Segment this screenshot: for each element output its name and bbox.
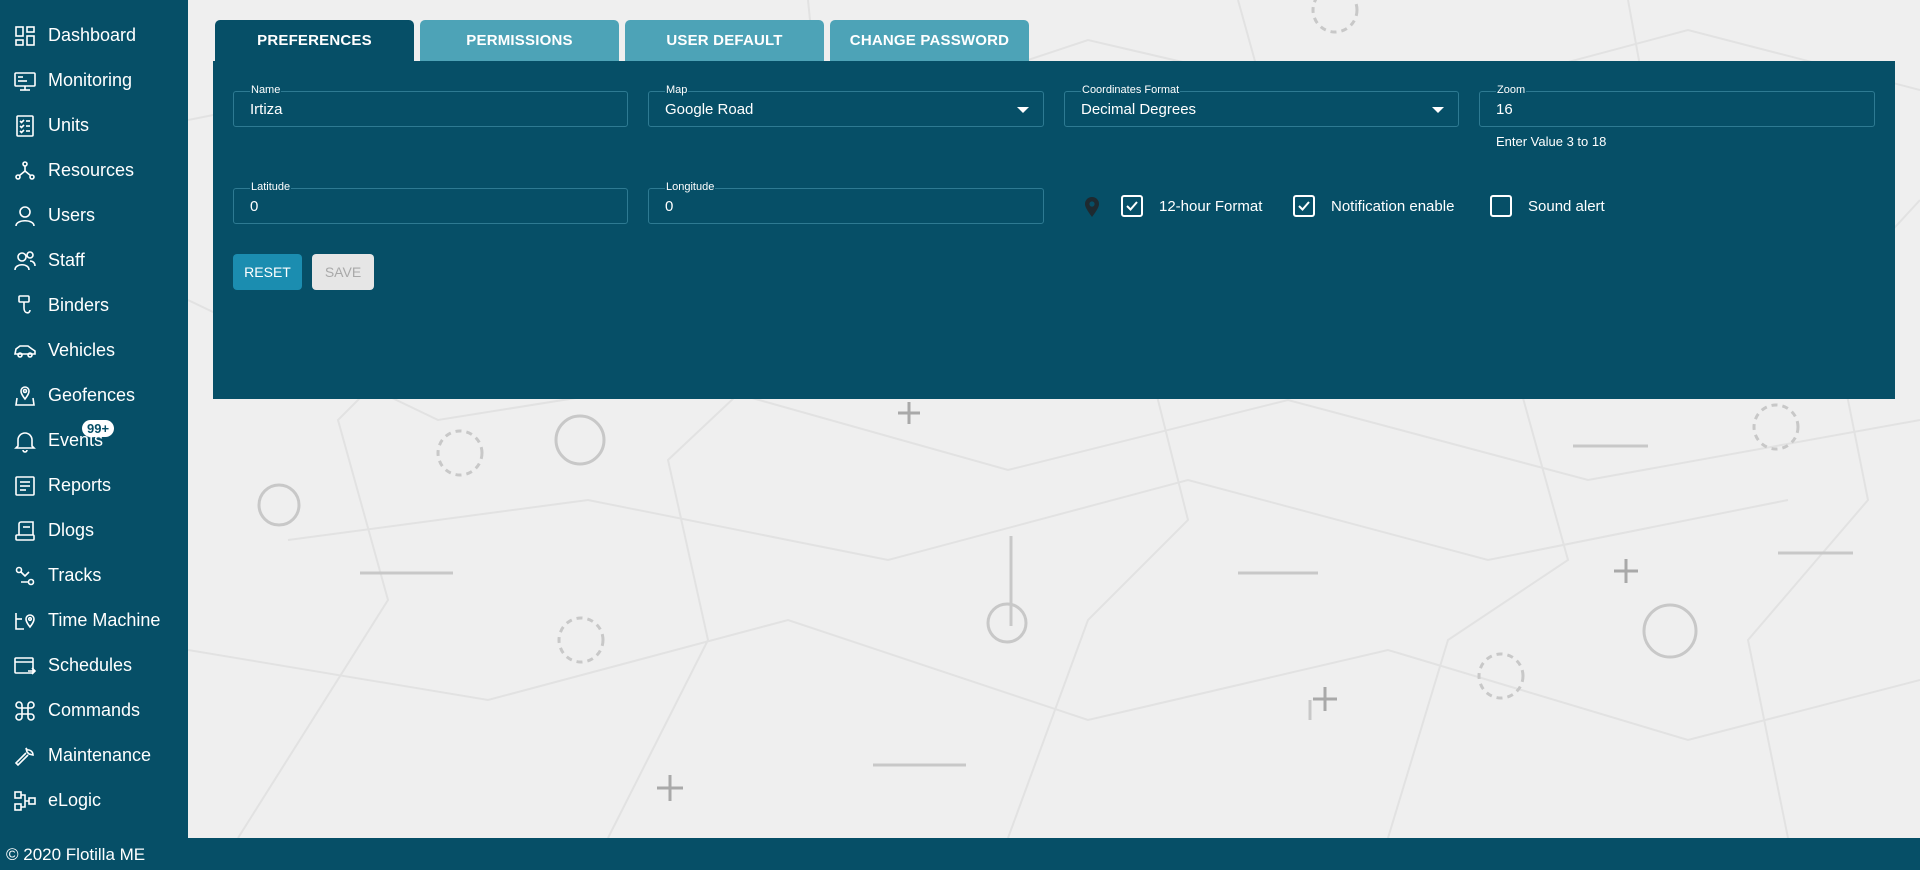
sidebar-item-label: Time Machine [48,610,161,630]
hour12-checkbox[interactable]: 12-hour Format [1121,195,1262,217]
sidebar-item-reports[interactable]: Reports [0,463,188,508]
coordinates-format-label: Coordinates Format [1081,84,1181,97]
sidebar-item-users[interactable]: Users [0,193,188,238]
name-value: Irtiza [250,101,283,118]
map-select[interactable]: Map Google Road [648,84,1044,127]
command-icon [12,698,38,724]
sound-alert-label: Sound alert [1528,197,1605,215]
logic-icon [12,788,38,814]
dashboard-icon [12,23,38,49]
sidebar-item-label: eLogic [48,790,102,810]
name-field[interactable]: Name Irtiza [233,84,628,127]
tab-permissions[interactable]: PERMISSIONS [420,20,619,61]
schedule-icon [12,653,38,679]
hour12-label: 12-hour Format [1159,197,1263,215]
sidebar-item-resources[interactable]: Resources [0,148,188,193]
sidebar-item-label: Schedules [48,655,133,675]
binder-icon [12,293,38,319]
latitude-field[interactable]: Latitude 0 [233,181,628,224]
sidebar-item-label: Dlogs [48,520,95,540]
sidebar-item-label: Resources [48,160,135,180]
sidebar-item-label: Maintenance [48,745,152,765]
preferences-panel: Name Irtiza Map Google Road Coordinates … [213,61,1895,399]
sidebar-item-label: Reports [48,475,112,495]
sidebar-item-time-machine[interactable]: Time Machine [0,598,188,643]
checkbox-checked-icon [1293,195,1315,217]
sidebar-item-label: Dashboard [48,25,137,45]
sidebar-item-commands[interactable]: Commands [0,688,188,733]
sidebar-item-label: Geofences [48,385,136,405]
copyright-text: © 2020 Flotilla ME [6,845,146,864]
sidebar-item-maintenance[interactable]: Maintenance [0,733,188,778]
car-icon [12,338,38,364]
map-value: Google Road [665,101,754,118]
chevron-down-icon [1017,107,1029,113]
coordinates-format-select[interactable]: Coordinates Format Decimal Degrees [1064,84,1459,127]
sidebar-item-tracks[interactable]: Tracks [0,553,188,598]
sidebar-item-label: Binders [48,295,110,315]
report-icon [12,473,38,499]
sidebar-item-label: Users [48,205,96,225]
sidebar-item-label: Staff [48,250,85,270]
monitor-icon [12,68,38,94]
save-button[interactable]: SAVE [312,254,374,290]
checkbox-checked-icon [1121,195,1143,217]
settings-tabs: PREFERENCES PERMISSIONS USER DEFAULT CHA… [215,20,1029,61]
sidebar-item-label: Monitoring [48,70,133,90]
zoom-field[interactable]: Zoom 16 [1479,84,1875,127]
user-icon [12,203,38,229]
zoom-value: 16 [1496,101,1513,118]
sound-alert-checkbox[interactable]: Sound alert [1490,195,1605,217]
sidebar-item-label: Units [48,115,90,135]
reset-button[interactable]: RESET [233,254,302,290]
footer: © 2020 Flotilla ME [0,838,1920,870]
time-machine-icon [12,608,38,634]
staff-icon [12,248,38,274]
hub-icon [12,158,38,184]
sidebar: Dashboard Monitoring Units Resources Use… [0,0,188,838]
sidebar-item-label: Tracks [48,565,102,585]
events-count-badge: 99+ [82,420,115,437]
sidebar-item-monitoring[interactable]: Monitoring [0,58,188,103]
geofence-icon [12,383,38,409]
checkbox-unchecked-icon [1490,195,1512,217]
notification-checkbox[interactable]: Notification enable [1293,195,1454,217]
longitude-label: Longitude [665,181,716,194]
tab-user-default[interactable]: USER DEFAULT [625,20,824,61]
latitude-value: 0 [250,198,259,215]
checklist-icon [12,113,38,139]
sidebar-item-vehicles[interactable]: Vehicles [0,328,188,373]
location-pin-icon[interactable] [1084,196,1100,223]
dlog-icon [12,518,38,544]
sidebar-item-dlogs[interactable]: Dlogs [0,508,188,553]
sidebar-item-label: Commands [48,700,141,720]
tab-change-password[interactable]: CHANGE PASSWORD [830,20,1029,61]
sidebar-item-schedules[interactable]: Schedules [0,643,188,688]
chevron-down-icon [1432,107,1444,113]
wrench-icon [12,743,38,769]
track-icon [12,563,38,589]
coordinates-format-value: Decimal Degrees [1081,101,1197,118]
sidebar-item-geofences[interactable]: Geofences [0,373,188,418]
zoom-hint: Enter Value 3 to 18 [1496,134,1607,149]
sidebar-item-staff[interactable]: Staff [0,238,188,283]
map-label: Map [665,84,689,97]
latitude-label: Latitude [250,181,292,194]
sidebar-item-units[interactable]: Units [0,103,188,148]
sidebar-item-elogic[interactable]: eLogic [0,778,188,823]
sidebar-item-label: Vehicles [48,340,116,360]
notification-label: Notification enable [1331,197,1455,215]
tab-preferences[interactable]: PREFERENCES [215,20,414,61]
zoom-label: Zoom [1496,84,1527,97]
sidebar-item-binders[interactable]: Binders [0,283,188,328]
longitude-value: 0 [665,198,674,215]
bell-icon [12,428,38,454]
longitude-field[interactable]: Longitude 0 [648,181,1044,224]
name-label: Name [250,84,282,97]
sidebar-item-events[interactable]: Events 99+ [0,418,188,463]
sidebar-item-dashboard[interactable]: Dashboard [0,13,188,58]
